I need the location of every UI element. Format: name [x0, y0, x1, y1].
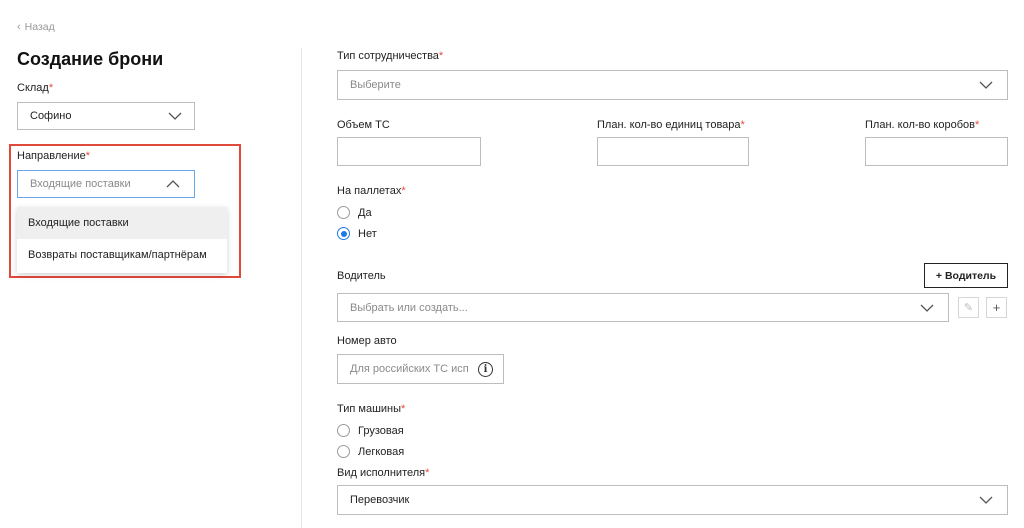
vehicle-type-truck-label: Грузовая: [358, 424, 404, 437]
plus-icon: +: [992, 300, 1001, 315]
direction-select[interactable]: Входящие поставки: [17, 170, 195, 198]
warehouse-select-value: Софино: [30, 110, 72, 122]
required-mark: *: [401, 403, 406, 415]
vehicle-type-radio-truck[interactable]: Грузовая: [337, 424, 404, 437]
on-pallets-label-text: На паллетах: [337, 185, 402, 197]
cooperation-type-placeholder: Выберите: [350, 79, 401, 91]
car-number-label: Номер авто: [337, 335, 397, 347]
planned-units-label-text: План. кол-во единиц товара: [597, 119, 741, 131]
add-driver-button[interactable]: + Водитель: [924, 263, 1008, 288]
back-link-label: Назад: [24, 21, 55, 33]
edit-driver-button[interactable]: ✎: [958, 297, 979, 318]
vehicle-type-label-text: Тип машины: [337, 403, 402, 415]
driver-label: Водитель: [337, 270, 386, 282]
pallets-radio-yes-label: Да: [358, 206, 372, 219]
direction-select-placeholder: Входящие поставки: [30, 178, 131, 190]
pencil-icon: ✎: [963, 302, 974, 314]
vehicle-type-car-label: Легковая: [358, 445, 405, 458]
vehicle-type-radio-car[interactable]: Легковая: [337, 445, 404, 458]
pallets-radio-yes[interactable]: Да: [337, 206, 372, 219]
column-divider: [301, 48, 302, 528]
car-number-input[interactable]: Для российских ТС исп i: [337, 354, 504, 384]
vehicle-volume-input[interactable]: [337, 137, 481, 166]
pallets-radio-no-label: Нет: [358, 227, 377, 240]
radio-button-checked[interactable]: [337, 227, 350, 240]
executor-type-select[interactable]: Перевозчик: [337, 485, 1008, 515]
direction-label-text: Направление: [17, 150, 86, 162]
cooperation-type-select[interactable]: Выберите: [337, 70, 1008, 100]
direction-dropdown-menu: Входящие поставки Возвраты поставщикам/п…: [17, 207, 227, 273]
car-number-placeholder: Для российских ТС исп: [350, 363, 469, 375]
radio-button[interactable]: [337, 206, 350, 219]
required-mark: *: [740, 119, 745, 131]
planned-boxes-label: План. кол-во коробов*: [865, 119, 979, 131]
dropdown-option-returns[interactable]: Возвраты поставщикам/партнёрам: [17, 239, 227, 271]
cooperation-type-label: Тип сотрудничества*: [337, 50, 443, 62]
info-icon[interactable]: i: [478, 361, 493, 377]
chevron-down-icon: [920, 304, 934, 312]
chevron-down-icon: [979, 81, 993, 89]
required-mark: *: [401, 185, 406, 197]
warehouse-select[interactable]: Софино: [17, 102, 195, 130]
driver-select[interactable]: Выбрать или создать...: [337, 293, 949, 322]
page-title: Создание брони: [17, 49, 164, 69]
required-mark: *: [438, 50, 444, 62]
driver-select-placeholder: Выбрать или создать...: [350, 301, 468, 314]
executor-type-label: Вид исполнителя*: [337, 467, 429, 479]
vehicle-type-label: Тип машины*: [337, 403, 405, 415]
required-mark: *: [974, 119, 980, 131]
pallets-radio-no[interactable]: Нет: [337, 227, 377, 240]
warehouse-label: Склад*: [17, 82, 53, 94]
add-driver-icon-button[interactable]: +: [986, 297, 1007, 318]
planned-boxes-input[interactable]: [865, 137, 1008, 166]
executor-type-value: Перевозчик: [350, 494, 410, 506]
radio-button[interactable]: [337, 424, 350, 437]
required-mark: *: [48, 82, 54, 94]
dropdown-option-incoming[interactable]: Входящие поставки: [17, 207, 227, 239]
planned-units-input[interactable]: [597, 137, 749, 166]
back-link[interactable]: ‹ Назад: [17, 21, 55, 33]
executor-type-label-text: Вид исполнителя: [337, 467, 426, 479]
required-mark: *: [425, 467, 430, 479]
chevron-up-icon: [166, 180, 180, 188]
warehouse-label-text: Склад: [17, 82, 49, 94]
cooperation-type-label-text: Тип сотрудничества: [337, 50, 439, 62]
chevron-left-icon: ‹: [17, 20, 21, 33]
planned-boxes-label-text: План. кол-во коробов: [865, 119, 975, 131]
chevron-down-icon: [979, 496, 993, 504]
on-pallets-label: На паллетах*: [337, 185, 406, 197]
direction-label: Направление*: [17, 150, 90, 162]
vehicle-volume-label: Объем ТС: [337, 119, 390, 131]
planned-units-label: План. кол-во единиц товара*: [597, 119, 745, 131]
radio-button[interactable]: [337, 445, 350, 458]
chevron-down-icon: [168, 112, 182, 120]
required-mark: *: [85, 150, 90, 162]
